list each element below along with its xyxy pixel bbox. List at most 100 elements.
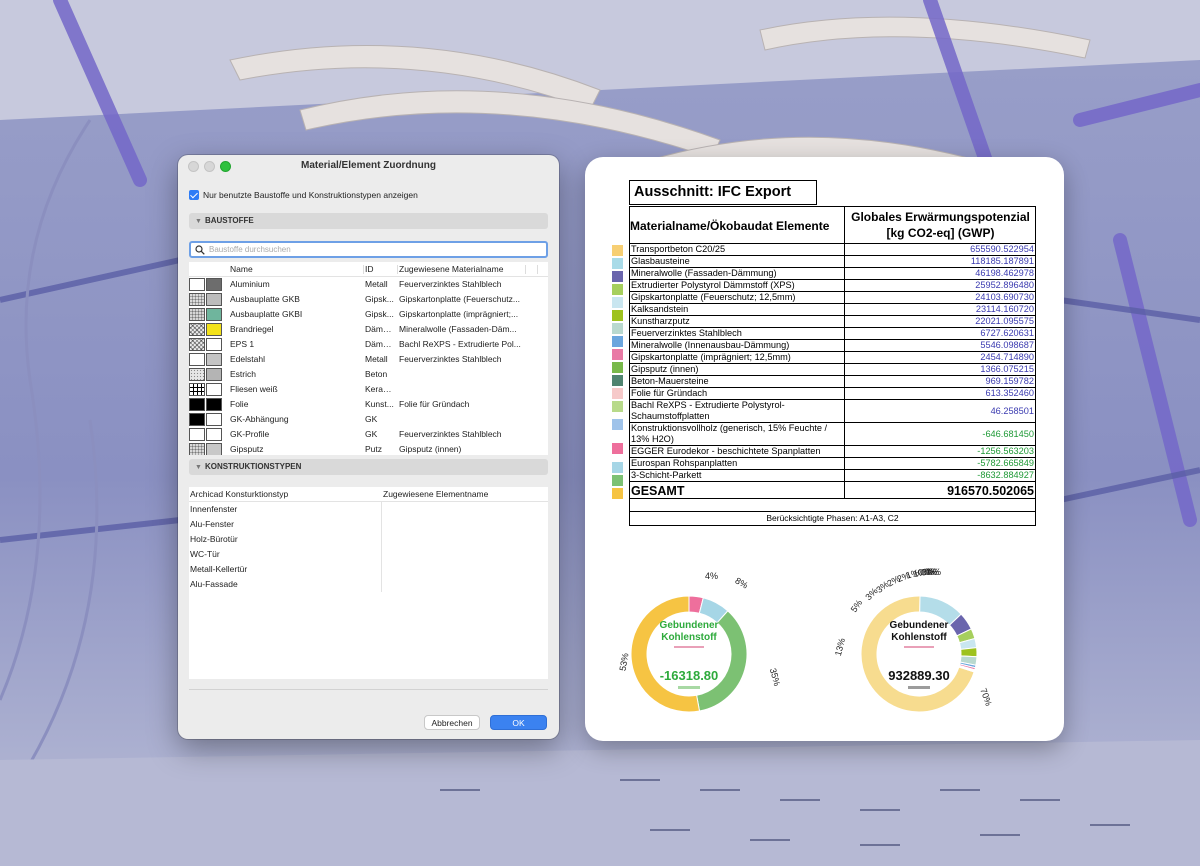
baustoffe-table: Name ID Zugewiesene Materialname Alumini… [189, 262, 548, 455]
baustoffe-search-input[interactable] [209, 245, 529, 254]
fill-swatch [206, 338, 222, 351]
list-item[interactable]: Metall-Kellertür [189, 562, 548, 577]
gwp-value: 24103.690730 [975, 292, 1034, 302]
legend-swatch [612, 244, 623, 256]
material-name: Beton-Mauersteine [631, 376, 709, 386]
konstruktionstyp-name: WC-Tür [190, 549, 220, 559]
column-header-id[interactable]: ID [365, 262, 397, 277]
material-id: GK [365, 414, 378, 424]
material-id: Dämm... [365, 324, 397, 334]
cancel-button[interactable]: Abbrechen [424, 715, 480, 730]
column-header-name[interactable]: Name [230, 262, 362, 277]
baustoffe-rows: Aluminium Metall Feuerverzinktes Stahlblec… [189, 277, 548, 455]
column-header-element[interactable]: Zugewiesene Elementname [383, 487, 488, 502]
legend-swatch [612, 270, 623, 282]
table-row[interactable]: Gipsputz Putz Gipsputz (innen) [189, 442, 548, 455]
legend-swatch [612, 419, 623, 430]
table-row: Transportbeton C20/25 655590.522954 [630, 244, 1035, 256]
donut-slice [630, 595, 701, 713]
gwp-value: 6727.620631 [980, 328, 1034, 338]
table-row[interactable]: GK-Profile GK Feuerverzinktes Stahlblech [189, 427, 548, 442]
fill-swatch [206, 368, 222, 381]
material-name: Ausbauplatte GKB [230, 294, 300, 304]
table-row[interactable]: Edelstahl Metall Feuerverzinktes Stahlblec… [189, 352, 548, 367]
list-item[interactable]: Innenfenster [189, 502, 548, 517]
fill-swatch [189, 293, 205, 306]
konstruktionstypen-section-header[interactable]: ▼ KONSTRUKTIONSTYPEN [189, 459, 548, 475]
material-name: Feuerverzinktes Stahlblech [631, 328, 742, 338]
material-name: Edelstahl [230, 354, 265, 364]
material-name: Ausbauplatte GKBI [230, 309, 303, 319]
fill-swatch [189, 413, 205, 426]
konstruktionstyp-name: Holz-Bürotür [190, 534, 238, 544]
table-row[interactable]: Brandriegel Dämm... Mineralwolle (Fassaden… [189, 322, 548, 337]
donut-slice [960, 647, 978, 658]
donut2-underline [904, 646, 934, 648]
donut2-pct-label: 13% [832, 637, 848, 657]
table-row[interactable]: Ausbauplatte GKB Gipsk... Gipskartonplatte… [189, 292, 548, 307]
gwp-table-header: Materialname/Ökobaudat Elemente Globales… [630, 207, 1035, 244]
legend-swatch [612, 443, 623, 454]
material-name: Mineralwolle (Innenausbau-Dämmung) [631, 340, 790, 350]
disclosure-triangle-icon: ▼ [195, 464, 202, 471]
donut2-center-value: 932889.30 [888, 668, 950, 683]
table-row[interactable]: Fliesen weiß Keram... [189, 382, 548, 397]
ok-button[interactable]: OK [490, 715, 547, 730]
material-name: Gipskartonplatte (Feuerschutz; 12,5mm) [631, 292, 796, 302]
list-item[interactable]: Holz-Bürotür [189, 532, 548, 547]
legend-swatch [612, 361, 623, 373]
donut-chart-negative [630, 595, 748, 713]
material-id: Metall [365, 354, 388, 364]
material-id: Kunst... [365, 399, 394, 409]
column-header-type[interactable]: Archicad Konsturktionstyp [190, 487, 288, 502]
material-name: Folie [230, 399, 249, 409]
material-assigned: Feuerverzinktes Stahlblech [399, 354, 502, 364]
donut2-title: Gebundener Kohlenstoff [889, 620, 949, 643]
material-id: Metall [365, 279, 388, 289]
gwp-value: 969.159782 [985, 376, 1034, 386]
donut1-value-bar [678, 686, 700, 689]
table-row: Feuerverzinktes Stahlblech 6727.620631 [630, 328, 1035, 340]
donut-chart-positive [860, 595, 978, 713]
fill-swatch [189, 368, 205, 381]
gwp-value: 25952.896480 [975, 280, 1034, 290]
table-row[interactable]: Estrich Beton [189, 367, 548, 382]
legend-swatch [612, 335, 623, 347]
fill-swatch [206, 308, 222, 321]
donut1-pct-label: 35% [767, 667, 783, 687]
material-name: Glasbausteine [631, 256, 690, 266]
legend-swatch [612, 487, 623, 499]
gwp-value: 46198.462978 [975, 268, 1034, 278]
list-item[interactable]: Alu-Fassade [189, 577, 548, 592]
material-name: Gipsputz (innen) [631, 364, 699, 374]
table-row[interactable]: GK-Abhängung GK [189, 412, 548, 427]
konstruktionstypen-table: Archicad Konsturktionstyp Zugewiesene El… [189, 487, 548, 679]
fill-swatch [189, 353, 205, 366]
report-title: Ausschnitt: IFC Export [629, 180, 817, 205]
table-row[interactable]: Aluminium Metall Feuerverzinktes Stahlblec… [189, 277, 548, 292]
table-row[interactable]: Ausbauplatte GKBI Gipsk... Gipskartonplatt… [189, 307, 548, 322]
table-row: Glasbausteine 118185.187891 [630, 256, 1035, 268]
gwp-table: Materialname/Ökobaudat Elemente Globales… [629, 206, 1036, 526]
column-header-gwp-line2: [kg CO2-eq] (GWP) [886, 226, 995, 240]
legend-swatch [612, 387, 623, 399]
only-used-filter[interactable]: Nur benutzte Baustoffe und Konstruktions… [189, 190, 418, 200]
column-header-gwp-line1: Globales Erwärmungspotenzial [851, 210, 1030, 224]
fill-swatch [189, 398, 205, 411]
material-name: Folie für Gründach [631, 388, 708, 398]
donut1-title: Gebundener Kohlenstoff [659, 620, 719, 643]
list-item[interactable]: WC-Tür [189, 547, 548, 562]
gwp-value: 23114.160720 [975, 304, 1034, 314]
gwp-value: -5782.665849 [977, 458, 1034, 468]
fill-swatch [206, 353, 222, 366]
titlebar: Material/Element Zuordnung [178, 155, 559, 177]
gwp-value: 46.258501 [990, 406, 1034, 416]
table-row[interactable]: EPS 1 Dämm... Bachl ReXPS - Extrudierte Po… [189, 337, 548, 352]
table-row[interactable]: Folie Kunst... Folie für Gründach [189, 397, 548, 412]
fill-swatch [189, 308, 205, 321]
material-name: GK-Profile [230, 429, 270, 439]
baustoffe-section-header[interactable]: ▼ BAUSTOFFE [189, 213, 548, 229]
only-used-checkbox[interactable] [189, 190, 199, 200]
baustoffe-search[interactable] [189, 241, 548, 258]
list-item[interactable]: Alu-Fenster [189, 517, 548, 532]
